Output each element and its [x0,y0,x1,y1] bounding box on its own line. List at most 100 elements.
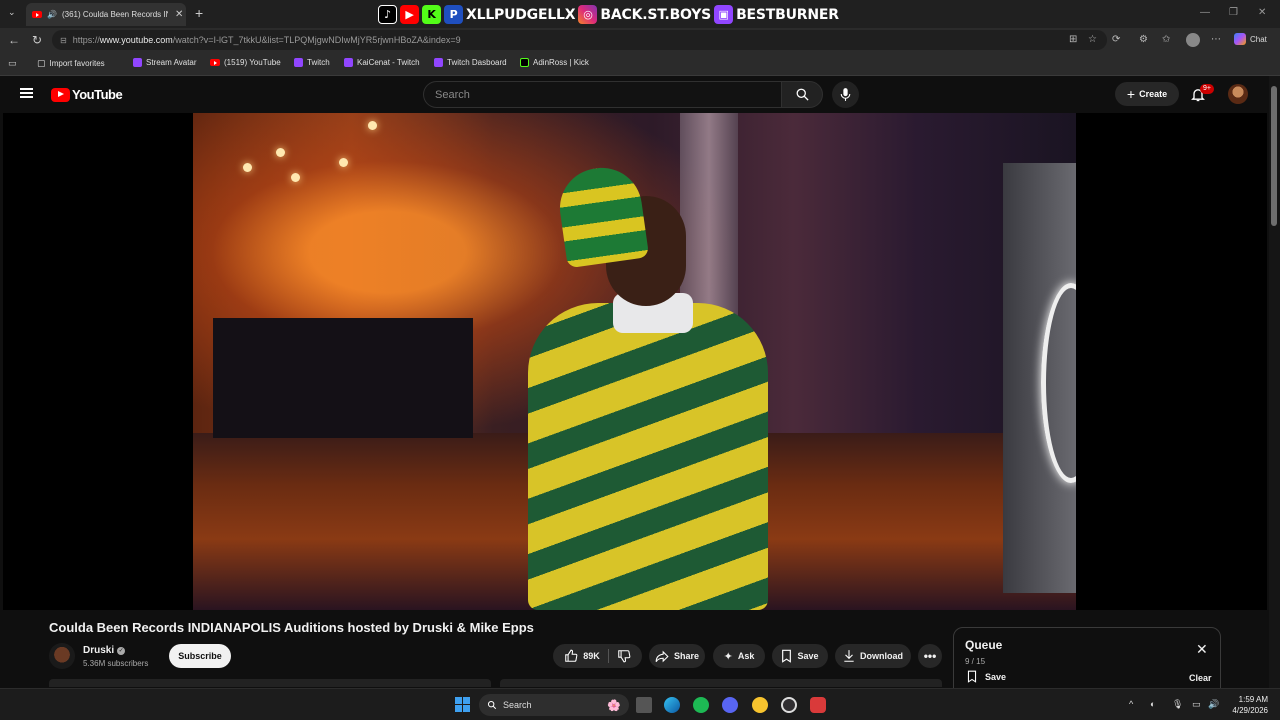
voice-search-button[interactable] [832,81,859,108]
edge-icon[interactable] [664,697,680,713]
reading-view-icon[interactable]: ▭ [8,58,17,69]
sparkle-icon: ✦ [723,650,733,663]
favorite-star-icon[interactable]: ☆ [1088,34,1097,45]
bookmark-adinross-kick[interactable]: AdinRoss | Kick [520,58,589,67]
ask-button[interactable]: ✦ Ask [713,644,765,668]
scrollbar-thumb[interactable] [1271,86,1277,226]
address-bar[interactable]: ⊟ https://www.youtube.com/watch?v=I-lGT_… [52,30,1107,50]
refresh-icon[interactable]: ↻ [32,33,42,47]
window-close-icon[interactable]: ✕ [1258,7,1266,18]
more-menu-icon[interactable]: ⋯ [1211,34,1221,45]
bookmark-kaicenat-twitch[interactable]: KaiCenat - Twitch [344,58,420,67]
twitch-icon: ▣ [714,5,734,24]
video-player[interactable] [3,113,1267,610]
banner-name-1: XLLPUDGELLX [466,6,576,23]
minimize-icon[interactable]: — [1200,7,1210,18]
channel-avatar[interactable] [49,643,75,669]
guide-menu-icon[interactable] [20,88,33,98]
share-button[interactable]: Share [649,644,705,668]
bookmark-import-favorites[interactable]: ▢ Import favorites [37,58,105,69]
bookmark-icon [782,649,792,663]
video-frame[interactable] [193,113,1076,610]
page-scrollbar[interactable] [1269,76,1280,688]
back-icon[interactable]: ← [8,33,20,47]
tray-app-icon[interactable]: ◐ [1150,699,1155,709]
youtube-logo[interactable]: YouTube [51,87,123,102]
extensions-icon[interactable]: ⚙ [1139,34,1148,45]
queue-save-button[interactable]: Save [967,670,1006,683]
bookmark-youtube[interactable]: (1519) YouTube [210,58,281,67]
description-box-edge[interactable] [49,679,491,687]
search-button[interactable] [781,81,823,108]
comments-box-edge[interactable] [500,679,942,687]
search-input[interactable]: Search [423,81,782,108]
create-button[interactable]: + Create [1115,82,1179,106]
youtube-favicon-icon [32,11,42,18]
bookmark-twitch-dashboard[interactable]: Twitch Dasboard [434,58,507,67]
queue-position: 9 / 15 [965,657,986,666]
tray-mic-icon[interactable]: 🎙 [1172,699,1183,710]
url-text: https://www.youtube.com/watch?v=I-lGT_7t… [72,35,461,45]
download-button[interactable]: Download [835,644,911,668]
chat-app-icon[interactable] [752,697,768,713]
twitch-icon [344,58,353,67]
more-actions-button[interactable]: ••• [918,644,942,668]
obs-icon[interactable] [781,697,797,713]
collections-icon[interactable]: ✩ [1162,34,1170,45]
queue-title: Queue [965,638,1003,652]
spotify-icon[interactable] [693,697,709,713]
verified-check-icon: ✓ [117,646,126,655]
tab-list-chevron-icon[interactable]: ⌄ [8,7,16,18]
taskbar-search[interactable]: Search 🌸 [479,694,629,716]
bookmark-icon [967,670,977,683]
tray-display-icon[interactable]: ▭ [1192,699,1201,710]
tray-volume-icon[interactable]: 🔊 [1208,699,1219,710]
copilot-chat-button[interactable]: Chat [1234,33,1267,45]
extensions-refresh-icon[interactable]: ⟳ [1112,34,1120,45]
subscribe-button[interactable]: Subscribe [169,644,231,668]
video-light [243,163,252,172]
youtube-logo-icon [51,87,70,102]
queue-close-icon[interactable]: ✕ [1196,642,1208,656]
windows-start-icon[interactable] [455,697,470,712]
discord-icon[interactable] [722,697,738,713]
app-red-icon[interactable] [810,697,826,713]
split-screen-icon[interactable]: ⊞ [1069,34,1077,45]
new-tab-button[interactable]: + [195,5,203,21]
channel-name[interactable]: Druski ✓ [83,645,126,656]
maximize-icon[interactable]: ❐ [1229,7,1238,18]
clock-time: 1:59 AM [1238,695,1268,704]
folder-icon: ▢ [37,58,46,68]
task-view-icon[interactable] [636,697,652,713]
browser-tab-youtube[interactable]: 🔊 (361) Coulda Been Records IN ✕ [26,3,186,26]
like-divider [607,649,609,663]
like-button[interactable]: 89K [564,649,600,663]
tab-title: (361) Coulda Been Records IN [61,10,168,19]
browser-tab-strip: ⌄ 🔊 (361) Coulda Been Records IN ✕ + ♪ ▶… [0,0,1280,28]
site-info-icon[interactable]: ⊟ [60,36,67,45]
profile-avatar[interactable] [1186,33,1200,47]
search-icon [796,88,809,101]
save-button[interactable]: Save [772,644,828,668]
account-avatar[interactable] [1228,84,1248,104]
tray-overflow-icon[interactable]: ^ [1129,699,1133,709]
twitch-icon [434,58,443,67]
dislike-button[interactable] [617,649,631,663]
youtube-header: YouTube Search + Create 9+ [0,76,1280,113]
thumbs-up-icon [565,649,578,662]
taskbar-clock[interactable]: 1:59 AM 4/29/2026 [1224,694,1268,716]
twitch-icon [133,58,142,67]
speaker-icon[interactable]: 🔊 [47,10,57,19]
bookmark-stream-avatar[interactable]: Stream Avatar [133,58,197,67]
youtube-icon: ▶ [400,5,419,24]
banner-name-3: BESTBURNER [736,6,839,23]
tab-close-icon[interactable]: ✕ [175,9,183,20]
video-light [339,158,348,167]
video-person-sweater [528,303,768,610]
youtube-favicon-icon [210,59,220,66]
queue-clear-button[interactable]: Clear [1189,673,1212,683]
plus-icon: + [1126,86,1136,102]
download-icon [844,650,854,662]
bookmark-twitch[interactable]: Twitch [294,58,330,67]
video-light [291,173,300,182]
